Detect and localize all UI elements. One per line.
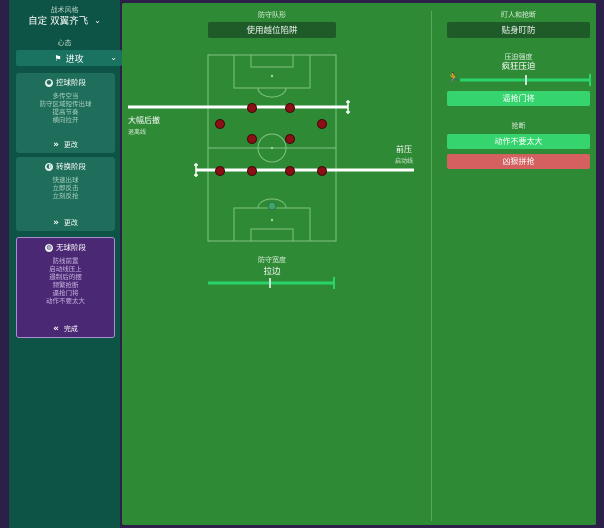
change-button[interactable]: » 更改 <box>16 140 115 150</box>
column-divider <box>431 11 432 521</box>
defensive-shape-caption: 防守队形 <box>258 11 286 19</box>
phase-title-text: 转换阶段 <box>56 162 86 171</box>
chevron-down-icon: ⌄ <box>94 15 101 25</box>
defensive-settings-panel: 防守队形 使用越位陷阱 大幅后撤 退离线 前压 启动线 防守宽度 拉边 盯人和抢… <box>122 3 596 525</box>
phase-card-out-of-possession[interactable]: ◍ 无球阶段 防线前置 启动线压上 遏制后的摆 频繁抢断 逼抢门将 动作不要太大… <box>16 237 115 338</box>
penalty-spot <box>270 74 274 78</box>
player-marker <box>247 134 257 144</box>
tactics-sidebar: 战术风格 自定 双翼齐飞 ⌄ 心态 ⚑ 进攻 ⌄ ● 控球阶段 多传空当 防守区… <box>9 0 122 528</box>
instruction-line: 立即反击 <box>52 184 79 192</box>
tactic-style-value: 自定 双翼齐飞 <box>28 16 89 27</box>
player-marker <box>247 166 257 176</box>
player-marker <box>317 166 327 176</box>
transition-icon: ◐ <box>45 162 53 171</box>
player-marker <box>285 103 295 113</box>
tactic-style-dropdown[interactable]: 自定 双翼齐飞 ⌄ <box>15 13 114 28</box>
instruction-line: 遏制后的摆 <box>49 273 82 281</box>
player-marker <box>215 119 225 129</box>
mentality-dropdown[interactable]: ⚑ 进攻 ⌄ <box>16 50 122 66</box>
double-chevron-right-icon: » <box>53 218 59 228</box>
defensive-line-sublabel: 退离线 <box>128 129 147 136</box>
instruction-line: 横向拉开 <box>52 116 79 124</box>
phase-card-possession[interactable]: ● 控球阶段 多传空当 防守区域短传出球 提高节奏 横向拉开 » 更改 <box>16 73 115 153</box>
double-chevron-left-icon: « <box>53 324 59 334</box>
change-button-label: 更改 <box>63 219 78 227</box>
mentality-value: 进攻 <box>65 54 84 65</box>
defensive-line-label: 大幅后撤 <box>128 116 160 125</box>
penalty-spot <box>270 218 274 222</box>
player-marker <box>215 166 225 176</box>
formation-players <box>215 103 327 176</box>
done-button[interactable]: « 完成 <box>17 324 114 334</box>
stay-on-feet-button[interactable]: 动作不要太大 <box>447 134 590 149</box>
double-chevron-right-icon: » <box>53 140 59 150</box>
instruction-line: 动作不要太大 <box>46 297 85 305</box>
mentality-icon: ⚑ <box>54 53 62 63</box>
phase-title: ◐ 转换阶段 <box>16 161 115 172</box>
press-goalkeeper-toggle[interactable]: 逼抢门将 <box>447 91 590 106</box>
player-marker <box>247 103 257 113</box>
shield-icon: ◍ <box>45 243 53 252</box>
instruction-line: 启动线压上 <box>49 265 82 273</box>
phase-title-text: 控球阶段 <box>56 78 86 87</box>
instruction-line: 逼抢门将 <box>52 289 79 297</box>
marking-caption: 盯人和抢断 <box>501 11 536 19</box>
pitch-diagram <box>128 54 591 289</box>
tackling-caption: 抢断 <box>511 122 526 130</box>
goalkeeper-marker <box>267 201 277 211</box>
line-of-engagement-sublabel: 启动线 <box>395 158 414 165</box>
instruction-line: 频繁抢断 <box>52 281 79 289</box>
phase-card-transition[interactable]: ◐ 转换阶段 快速出球 立即反击 立刻反抢 » 更改 <box>16 157 115 231</box>
phase-title: ◍ 无球阶段 <box>17 242 114 253</box>
player-marker <box>285 134 295 144</box>
change-button[interactable]: » 更改 <box>16 218 115 228</box>
phase-instructions: 快速出球 立即反击 立刻反抢 <box>16 176 115 200</box>
defensive-width-caption: 防守宽度 <box>258 256 286 264</box>
centre-spot <box>270 146 274 150</box>
chevron-down-icon: ⌄ <box>110 53 117 62</box>
running-player-icon: 🏃 <box>447 73 460 84</box>
marking-selector[interactable]: 贴身盯防 <box>447 22 590 38</box>
change-button-label: 更改 <box>63 141 78 149</box>
player-marker <box>317 119 327 129</box>
instruction-line: 防守区域短传出球 <box>39 100 92 108</box>
offside-trap-selector[interactable]: 使用越位陷阱 <box>208 22 336 38</box>
pressing-intensity-value: 疯狂压迫 <box>501 62 536 72</box>
instruction-line: 防线前置 <box>52 257 79 265</box>
phase-instructions: 多传空当 防守区域短传出球 提高节奏 横向拉开 <box>16 92 115 124</box>
instruction-line: 多传空当 <box>52 92 79 100</box>
mentality-caption: 心态 <box>57 39 72 47</box>
defensive-width-value: 拉边 <box>263 267 281 277</box>
get-stuck-in-button[interactable]: 凶狠拼抢 <box>447 154 590 169</box>
ball-icon: ● <box>45 78 53 87</box>
phase-instructions: 防线前置 启动线压上 遏制后的摆 频繁抢断 逼抢门将 动作不要太大 <box>17 257 114 305</box>
line-of-engagement-label: 前压 <box>396 145 412 154</box>
phase-title: ● 控球阶段 <box>16 77 115 88</box>
player-marker <box>285 166 295 176</box>
instruction-line: 立刻反抢 <box>52 192 79 200</box>
phase-title-text: 无球阶段 <box>56 243 86 252</box>
done-button-label: 完成 <box>63 325 78 333</box>
instruction-line: 提高节奏 <box>52 108 79 116</box>
instruction-line: 快速出球 <box>52 176 79 184</box>
